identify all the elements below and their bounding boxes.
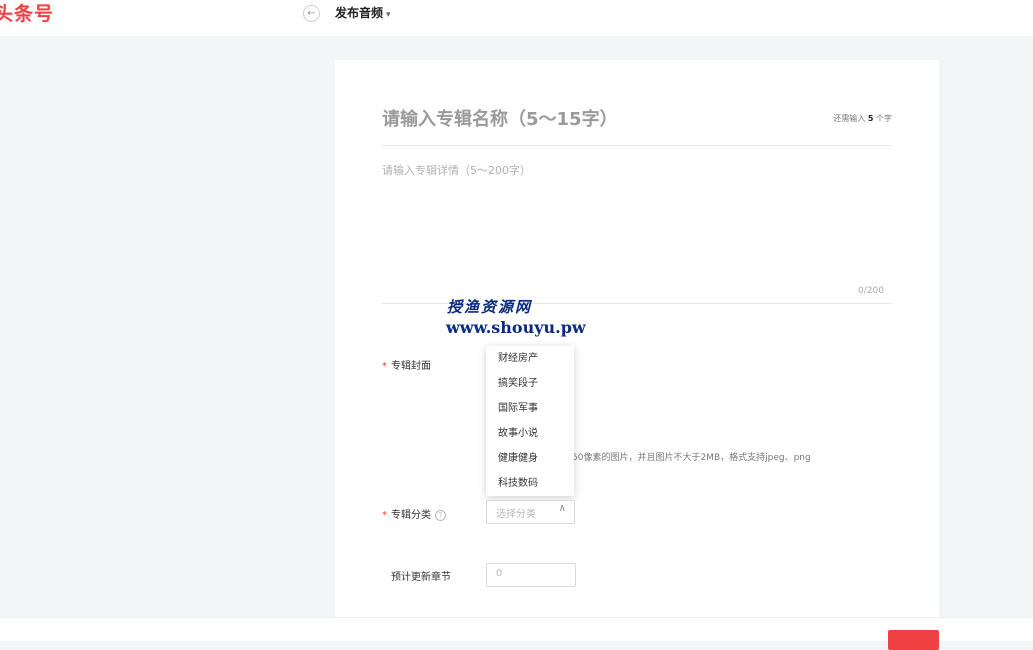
category-select-placeholder: 选择分类	[496, 509, 536, 520]
breadcrumb-publish-audio[interactable]: 发布音频 ▾	[335, 4, 391, 21]
counter-prefix: 还需输入	[833, 114, 866, 123]
category-label: * 专辑分类?	[382, 506, 446, 521]
category-option[interactable]: 国际军事	[486, 396, 574, 421]
category-option[interactable]: 健康健身	[486, 446, 574, 471]
cover-label-text: 专辑封面	[391, 361, 431, 372]
album-detail-textarea[interactable]: 请输入专辑详情（5～200字）	[382, 162, 531, 178]
category-select[interactable]: 选择分类 ∧	[486, 500, 575, 524]
counter-suffix: 个字	[876, 114, 892, 123]
watermark-text: 授渔资源网	[447, 298, 533, 316]
chapters-input-value: 0	[496, 568, 503, 579]
logo[interactable]: 头条号	[0, 0, 54, 28]
required-mark: *	[382, 361, 387, 372]
breadcrumb-label: 发布音频	[335, 6, 384, 20]
title-char-counter: 还需输入 5 个字	[833, 113, 892, 124]
cover-label: * 专辑封面	[382, 357, 431, 372]
caret-down-icon: ▾	[386, 10, 391, 20]
chevron-up-icon: ∧	[558, 503, 566, 514]
watermark-url: www.shouyu.pw	[446, 318, 586, 337]
required-mark: *	[382, 510, 387, 521]
form-card	[335, 60, 939, 640]
category-option[interactable]: 财经房产	[486, 346, 574, 371]
chapters-label: 预计更新章节	[391, 572, 451, 583]
category-option[interactable]: 故事小说	[486, 421, 574, 446]
help-icon[interactable]: ?	[435, 509, 446, 521]
detail-char-count: 0/200	[858, 286, 884, 296]
counter-value: 5	[867, 114, 874, 123]
footer-bar	[0, 617, 1033, 641]
publish-button[interactable]	[888, 630, 939, 650]
top-bar: 头条号 ← 发布音频 ▾	[0, 0, 1033, 36]
category-option[interactable]: 搞笑段子	[486, 371, 574, 396]
category-dropdown-menu: 财经房产 搞笑段子 国际军事 故事小说 健康健身 科技数码	[486, 346, 574, 496]
cover-upload-hint: 50像素的图片，并且图片不大于2MB，格式支持jpeg、png	[572, 453, 811, 463]
category-option[interactable]: 科技数码	[486, 471, 574, 496]
divider	[382, 145, 892, 146]
album-title-input[interactable]: 请输入专辑名称（5～15字）	[382, 105, 618, 131]
category-label-text: 专辑分类	[391, 510, 431, 521]
chapters-input[interactable]: 0	[486, 563, 576, 587]
back-arrow-icon[interactable]: ←	[303, 5, 320, 22]
